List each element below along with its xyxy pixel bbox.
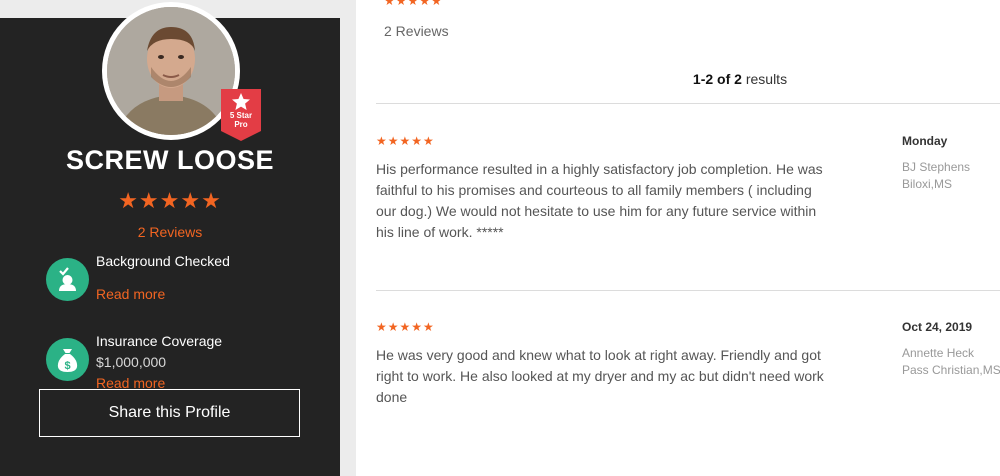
avatar-frame: [102, 2, 240, 140]
insurance-amount: $1,000,000: [96, 354, 167, 370]
feature-title: Insurance Coverage: [96, 333, 223, 349]
results-range: 1-2 of 2: [692, 71, 742, 87]
reviews-panel: ★★★★★ 2 Reviews 1-2 of 2 results ★★★★★ H…: [356, 0, 1000, 476]
results-suffix: results: [745, 71, 788, 87]
share-profile-button[interactable]: Share this Profile: [39, 389, 300, 437]
divider: [376, 290, 1000, 291]
review-date: Oct 24, 2019: [902, 320, 973, 334]
review-author-location: Pass Christian,MS: [902, 363, 1000, 377]
avatar: [107, 7, 235, 135]
review-author: BJ Stephens Biloxi,MS: [902, 159, 970, 193]
review-stars: ★★★★★: [376, 320, 435, 334]
svg-text:$: $: [64, 360, 70, 372]
badge-line2: Pro: [234, 120, 248, 129]
header-rating-stars: ★★★★★: [384, 0, 443, 8]
review-stars: ★★★★★: [376, 134, 435, 148]
background-check-icon: [46, 258, 89, 301]
money-bag-icon: $: [46, 338, 89, 381]
review-text: He was very good and knew what to look a…: [376, 347, 824, 405]
read-more-link[interactable]: Read more: [96, 286, 165, 302]
five-star-pro-badge: 5 Star Pro: [221, 89, 261, 141]
feature-title: Background Checked: [96, 253, 230, 269]
review-text: His performance resulted in a highly sat…: [376, 161, 823, 240]
header-review-count: 2 Reviews: [384, 23, 449, 39]
review-author-name: Annette Heck: [902, 346, 975, 360]
results-summary: 1-2 of 2 results: [356, 71, 1000, 87]
review-author: Annette Heck Pass Christian,MS: [902, 345, 1000, 379]
reviews-link[interactable]: 2 Reviews: [0, 224, 340, 240]
review-author-location: Biloxi,MS: [902, 177, 953, 191]
badge-line1: 5 Star: [229, 111, 253, 120]
review-date: Monday: [902, 134, 948, 148]
pro-name: SCREW LOOSE: [65, 145, 274, 175]
review-author-name: BJ Stephens: [902, 160, 971, 174]
divider: [376, 103, 1000, 104]
pro-rating-stars: ★★★★★: [118, 188, 222, 213]
